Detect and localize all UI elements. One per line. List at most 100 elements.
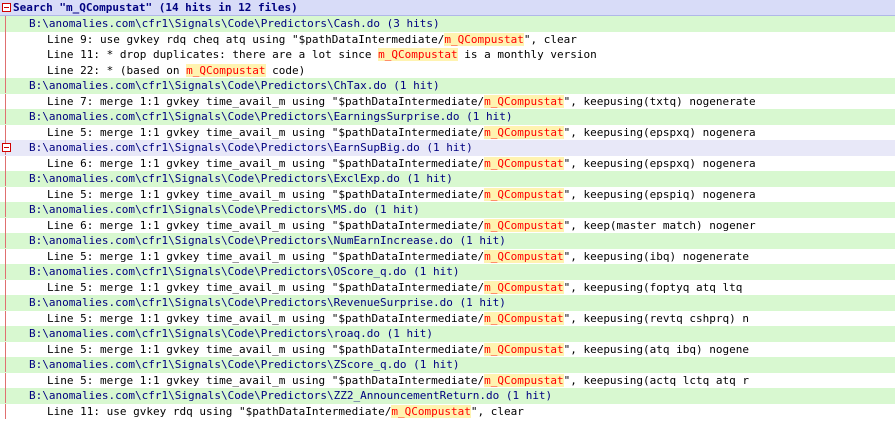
search-results-panel: Search "m_QCompustat" (14 hits in 12 fil… xyxy=(0,0,895,440)
hit-line-row[interactable]: Line 22: * (based on m_QCompustat code) xyxy=(0,62,895,79)
hit-context-after: ", keepusing(foptyq atq ltq xyxy=(563,280,743,294)
hit-context-before: Line 9: use gvkey rdq cheq atq using "$p… xyxy=(47,32,445,46)
tree-connector-line xyxy=(5,233,6,248)
hit-line-row[interactable]: Line 9: use gvkey rdq cheq atq using "$p… xyxy=(0,31,895,48)
hit-match-text: m_QCompustat xyxy=(484,373,564,387)
file-result-row[interactable]: B:\anomalies.com\cfr1\Signals\Code\Predi… xyxy=(0,357,895,373)
hit-line-row[interactable]: Line 6: merge 1:1 gvkey time_avail_m usi… xyxy=(0,155,895,172)
hit-context-before: Line 5: merge 1:1 gvkey time_avail_m usi… xyxy=(47,311,485,325)
hit-line-text: Line 5: merge 1:1 gvkey time_avail_m usi… xyxy=(47,311,749,327)
hit-line-text: Line 22: * (based on m_QCompustat code) xyxy=(47,63,305,79)
tree-connector-line xyxy=(5,357,6,372)
hit-context-before: Line 5: merge 1:1 gvkey time_avail_m usi… xyxy=(47,187,485,201)
tree-connector-line xyxy=(5,93,6,109)
file-path-label: B:\anomalies.com\cfr1\Signals\Code\Predi… xyxy=(29,203,420,216)
hit-line-text: Line 6: merge 1:1 gvkey time_avail_m usi… xyxy=(47,156,756,172)
hit-line-row[interactable]: Line 5: merge 1:1 gvkey time_avail_m usi… xyxy=(0,372,895,389)
hit-context-before: Line 22: * (based on xyxy=(47,63,187,77)
file-result-row[interactable]: B:\anomalies.com\cfr1\Signals\Code\Predi… xyxy=(0,16,895,32)
file-result-row[interactable]: B:\anomalies.com\cfr1\Signals\Code\Predi… xyxy=(0,264,895,280)
file-result-row[interactable]: B:\anomalies.com\cfr1\Signals\Code\Predi… xyxy=(0,78,895,94)
tree-connector-line xyxy=(5,186,6,202)
tree-connector-line xyxy=(5,171,6,186)
hit-line-row[interactable]: Line 5: merge 1:1 gvkey time_avail_m usi… xyxy=(0,248,895,264)
hit-context-after: is a monthly version xyxy=(457,48,597,61)
file-result-row[interactable]: B:\anomalies.com\cfr1\Signals\Code\Predi… xyxy=(0,388,895,404)
hit-match-text: m_QCompustat xyxy=(391,404,471,418)
file-path-label: B:\anomalies.com\cfr1\Signals\Code\Predi… xyxy=(29,234,506,247)
hit-match-text: m_QCompustat xyxy=(186,63,266,77)
hit-context-before: Line 6: merge 1:1 gvkey time_avail_m usi… xyxy=(47,156,485,170)
hit-line-row[interactable]: Line 5: merge 1:1 gvkey time_avail_m usi… xyxy=(0,186,895,203)
tree-connector-line xyxy=(5,310,6,326)
hit-context-after: ", keepusing(txtq) nogenerate xyxy=(563,94,756,108)
hit-context-after: ", keepusing(epspxq) nogenera xyxy=(563,125,756,139)
file-path-label: B:\anomalies.com\cfr1\Signals\Code\Predi… xyxy=(29,327,433,340)
hit-line-text: Line 9: use gvkey rdq cheq atq using "$p… xyxy=(47,32,577,48)
file-path-label: B:\anomalies.com\cfr1\Signals\Code\Predi… xyxy=(29,358,460,371)
search-summary: Search "m_QCompustat" (14 hits in 12 fil… xyxy=(13,1,298,14)
hit-match-text: m_QCompustat xyxy=(484,94,564,108)
tree-connector-line xyxy=(5,155,6,171)
tree-connector-line xyxy=(5,217,6,233)
hit-context-after: ", clear xyxy=(523,32,577,46)
hit-line-row[interactable]: Line 11: use gvkey rdq using "$pathDataI… xyxy=(0,403,895,420)
hit-line-row[interactable]: Line 6: merge 1:1 gvkey time_avail_m usi… xyxy=(0,217,895,234)
tree-connector-line xyxy=(5,62,6,78)
file-result-row[interactable]: B:\anomalies.com\cfr1\Signals\Code\Predi… xyxy=(0,233,895,249)
file-result-row[interactable]: B:\anomalies.com\cfr1\Signals\Code\Predi… xyxy=(0,140,895,156)
collapse-file-icon[interactable] xyxy=(2,143,11,152)
collapse-search-icon[interactable] xyxy=(2,3,11,12)
hit-context-after: ", keepusing(revtq cshprq) n xyxy=(563,311,750,325)
hit-context-before: Line 5: merge 1:1 gvkey time_avail_m usi… xyxy=(47,342,485,356)
hit-line-row[interactable]: Line 5: merge 1:1 gvkey time_avail_m usi… xyxy=(0,310,895,327)
file-result-row[interactable]: B:\anomalies.com\cfr1\Signals\Code\Predi… xyxy=(0,171,895,187)
file-result-row[interactable]: B:\anomalies.com\cfr1\Signals\Code\Predi… xyxy=(0,295,895,311)
hit-context-after: ", keepusing(epspxq) nogenera xyxy=(563,156,756,170)
file-path-label: B:\anomalies.com\cfr1\Signals\Code\Predi… xyxy=(29,296,506,309)
file-result-row[interactable]: B:\anomalies.com\cfr1\Signals\Code\Predi… xyxy=(0,109,895,125)
hit-context-before: Line 5: merge 1:1 gvkey time_avail_m usi… xyxy=(47,280,485,294)
hit-match-text: m_QCompustat xyxy=(484,342,564,356)
hit-context-before: Line 11: use gvkey rdq using "$pathDataI… xyxy=(47,404,392,418)
search-results-header[interactable]: Search "m_QCompustat" (14 hits in 12 fil… xyxy=(0,0,895,16)
hit-line-text: Line 6: merge 1:1 gvkey time_avail_m usi… xyxy=(47,218,756,234)
file-path-label: B:\anomalies.com\cfr1\Signals\Code\Predi… xyxy=(29,17,440,30)
hit-context-after: ", keepusing(ibq) nogenerate xyxy=(563,249,750,263)
tree-connector-line xyxy=(5,248,6,264)
tree-connector-line xyxy=(5,47,6,63)
hit-match-text: m_QCompustat xyxy=(378,48,458,61)
hit-match-text: m_QCompustat xyxy=(484,218,564,232)
hit-context-after: ", keepusing(actq lctq atq r xyxy=(563,373,750,387)
hit-context-before: Line 5: merge 1:1 gvkey time_avail_m usi… xyxy=(47,125,485,139)
file-result-row[interactable]: B:\anomalies.com\cfr1\Signals\Code\Predi… xyxy=(0,326,895,342)
tree-connector-line xyxy=(5,388,6,403)
hit-line-text: Line 11: * drop duplicates: there are a … xyxy=(47,47,597,63)
tree-connector-line xyxy=(5,372,6,388)
tree-connector-line xyxy=(5,403,6,419)
hit-line-row[interactable]: Line 7: merge 1:1 gvkey time_avail_m usi… xyxy=(0,93,895,110)
hit-match-text: m_QCompustat xyxy=(484,187,564,201)
hit-line-row[interactable]: Line 5: merge 1:1 gvkey time_avail_m usi… xyxy=(0,279,895,295)
hit-line-text: Line 5: merge 1:1 gvkey time_avail_m usi… xyxy=(47,373,749,389)
file-path-label: B:\anomalies.com\cfr1\Signals\Code\Predi… xyxy=(29,79,440,92)
hit-context-before: Line 7: merge 1:1 gvkey time_avail_m usi… xyxy=(47,94,485,108)
hit-line-row[interactable]: Line 5: merge 1:1 gvkey time_avail_m usi… xyxy=(0,124,895,140)
hit-context-after: ", keep(master match) nogener xyxy=(563,218,756,232)
tree-connector-line xyxy=(5,326,6,341)
tree-connector-line xyxy=(5,109,6,124)
hit-context-after: ", keepusing(epspiq) nogenera xyxy=(563,187,756,201)
file-path-label: B:\anomalies.com\cfr1\Signals\Code\Predi… xyxy=(29,141,473,154)
tree-connector-line xyxy=(5,279,6,295)
file-path-label: B:\anomalies.com\cfr1\Signals\Code\Predi… xyxy=(29,172,453,185)
hit-line-row[interactable]: Line 11: * drop duplicates: there are a … xyxy=(0,47,895,63)
hit-line-text: Line 7: merge 1:1 gvkey time_avail_m usi… xyxy=(47,94,756,110)
hit-line-row[interactable]: Line 5: merge 1:1 gvkey time_avail_m usi… xyxy=(0,341,895,357)
tree-connector-line xyxy=(5,202,6,217)
hit-line-text: Line 5: merge 1:1 gvkey time_avail_m usi… xyxy=(47,187,756,203)
file-path-label: B:\anomalies.com\cfr1\Signals\Code\Predi… xyxy=(29,110,513,123)
hit-context-before: Line 5: merge 1:1 gvkey time_avail_m usi… xyxy=(47,373,485,387)
file-result-row[interactable]: B:\anomalies.com\cfr1\Signals\Code\Predi… xyxy=(0,202,895,218)
hit-context-before: Line 11: * drop duplicates: there are a … xyxy=(47,48,379,61)
hit-line-text: Line 11: use gvkey rdq using "$pathDataI… xyxy=(47,404,524,420)
